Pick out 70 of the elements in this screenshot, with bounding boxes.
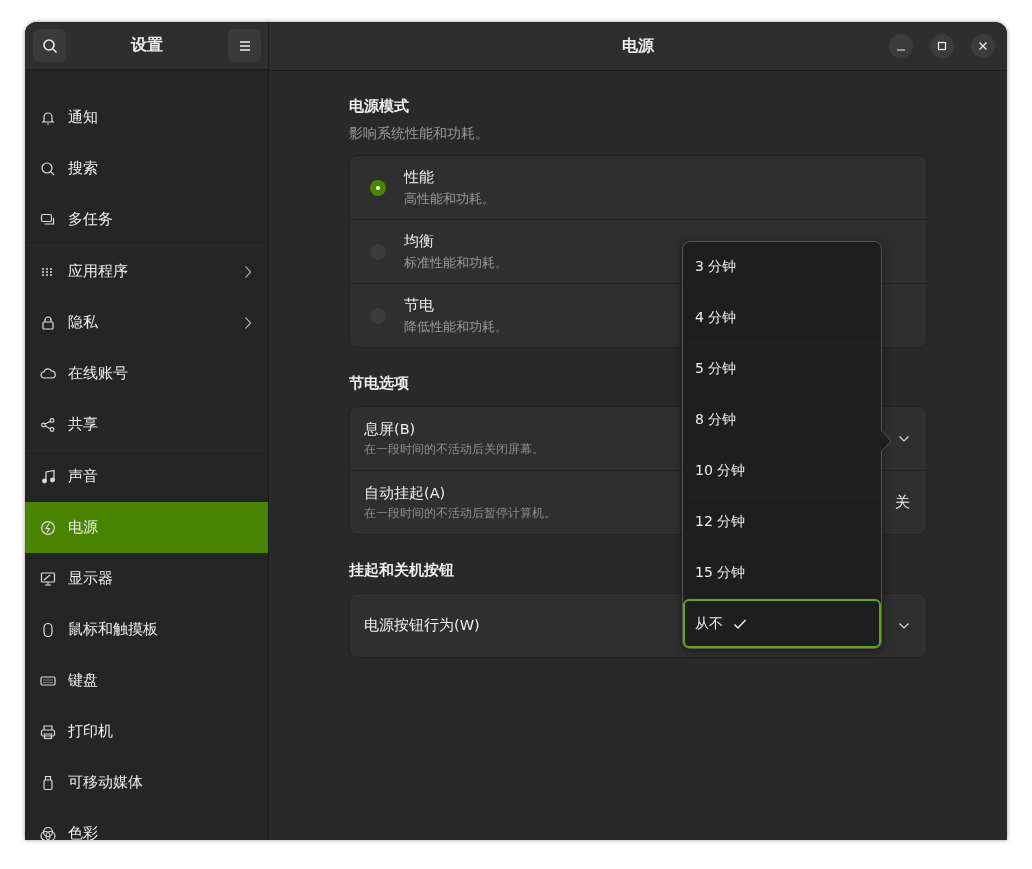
menu-item[interactable]: 4 分钟 [683,293,881,344]
chevron-right-icon [244,264,252,279]
setting-description: 在一段时间的不活动后关闭屏幕。 [364,442,544,457]
menu-item[interactable]: 5 分钟 [683,344,881,395]
music-note-icon [40,468,56,485]
printer-icon [40,723,56,740]
cloud-icon [40,365,56,382]
mouse-icon [40,621,56,638]
close-icon [978,41,988,51]
check-icon [733,617,747,630]
menu-item[interactable]: 15 分钟 [683,548,881,599]
menu-item[interactable]: 从不 [683,599,881,648]
setting-value: 关 [895,493,910,512]
section-heading: 挂起和关机按钮 [349,561,454,580]
minimize-button[interactable] [889,34,913,58]
sidebar-item[interactable]: 显示器 [25,553,268,604]
maximize-icon [937,41,947,51]
sidebar-item[interactable]: 电源 [25,502,268,553]
sidebar-item[interactable]: 键盘 [25,655,268,706]
chevron-down-icon [898,434,910,443]
monitor-icon [40,570,56,587]
menu-button[interactable] [228,29,261,62]
sidebar-item[interactable]: 多任务 [25,194,268,245]
bell-icon [40,109,56,126]
chevron-right-icon [244,315,252,330]
menu-item[interactable]: 3 分钟 [683,242,881,293]
option-description: 降低性能和功耗。 [404,317,508,336]
search-button[interactable] [33,29,66,62]
windows-icon [40,211,56,228]
usb-drive-icon [40,774,56,791]
maximize-button[interactable] [930,34,954,58]
close-button[interactable] [971,34,995,58]
sidebar-item[interactable]: 通知 [25,92,268,143]
setting-description: 在一段时间的不活动后暂停计算机。 [364,506,556,521]
option-description: 标准性能和功耗。 [404,253,508,272]
search-icon [40,160,56,177]
menu-item[interactable]: 8 分钟 [683,395,881,446]
section-heading: 节电选项 [349,374,409,393]
sidebar-item[interactable]: 声音 [25,451,268,502]
sidebar-item[interactable]: 搜索 [25,143,268,194]
page-title: 电源 [622,35,654,57]
lock-icon [40,314,56,331]
option-description: 高性能和功耗。 [404,189,495,208]
sidebar-item[interactable]: 色彩 [25,808,268,840]
option-label: 均衡 [404,231,434,251]
chevron-down-icon [898,621,910,630]
lightning-icon [40,519,56,536]
search-icon [41,37,58,54]
sidebar-item[interactable]: 应用程序 [25,246,268,297]
sidebar-item[interactable]: 鼠标和触摸板 [25,604,268,655]
menu-item[interactable]: 12 分钟 [683,497,881,548]
section-description: 影响系统性能和功耗。 [349,125,489,143]
menu-icon [237,39,252,52]
setting-label: 自动挂起(A) [364,484,446,503]
menu-item[interactable]: 10 分钟 [683,446,881,497]
sidebar-item[interactable]: 在线账号 [25,348,268,399]
color-wheel-icon [40,825,56,840]
setting-label: 电源按钮行为(W) [364,616,480,635]
sidebar-item[interactable]: 打印机 [25,706,268,757]
radio-button[interactable] [370,179,386,196]
sidebar-item[interactable]: 可移动媒体 [25,757,268,808]
share-icon [40,416,56,433]
sidebar-item[interactable]: 共享 [25,399,268,450]
sidebar-title: 设置 [131,35,163,56]
sidebar-item[interactable]: 隐私 [25,297,268,348]
option-label: 性能 [404,167,434,187]
setting-label: 息屏(B) [364,420,416,439]
option-label: 节电 [404,295,434,315]
minimize-icon [897,48,905,51]
section-heading: 电源模式 [349,97,409,116]
